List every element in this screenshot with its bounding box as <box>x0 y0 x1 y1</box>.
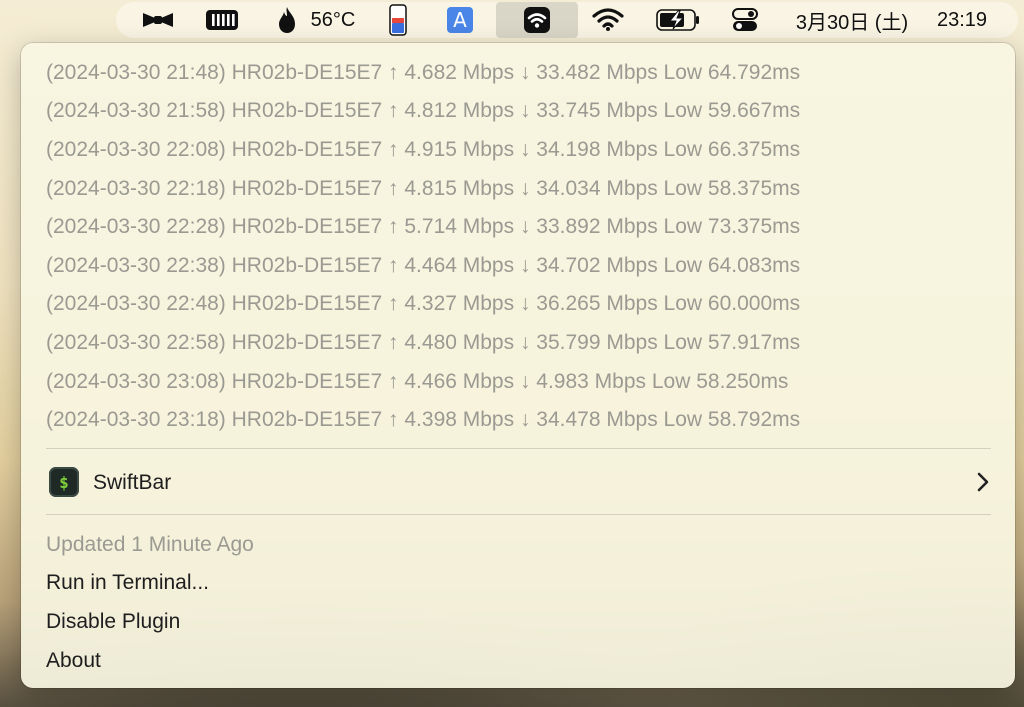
disable-plugin-item[interactable]: Disable Plugin <box>46 607 180 637</box>
swiftbar-app-icon-glyph: $ <box>59 472 69 492</box>
menu-separator <box>46 448 991 449</box>
chevron-right-icon <box>977 472 989 492</box>
updated-status-label: Updated 1 Minute Ago <box>46 533 254 556</box>
control-center-icon[interactable] <box>730 2 760 38</box>
menu-bar: 56°C A 3月30日 (土) 23:19 <box>116 2 1018 38</box>
speed-log-line: (2024-03-30 22:48) HR02b-DE15E7 ↑ 4.327 … <box>46 292 801 315</box>
speed-log-line: (2024-03-30 23:08) HR02b-DE15E7 ↑ 4.466 … <box>46 370 789 393</box>
ram-meter-icon[interactable] <box>202 2 242 38</box>
battery-gauge-icon[interactable] <box>386 2 410 38</box>
swiftbar-dropdown-menu: (2024-03-30 21:48) HR02b-DE15E7 ↑ 4.682 … <box>21 43 1015 688</box>
speed-log-line: (2024-03-30 21:48) HR02b-DE15E7 ↑ 4.682 … <box>46 61 801 84</box>
battery-icon[interactable] <box>654 2 702 38</box>
swiftbar-label: SwiftBar <box>93 471 172 494</box>
menu-bar-clock[interactable]: 23:19 <box>926 2 998 38</box>
about-item[interactable]: About <box>46 646 101 676</box>
input-source-icon[interactable]: A <box>445 2 475 38</box>
run-in-terminal-item[interactable]: Run in Terminal... <box>46 568 209 598</box>
menu-separator <box>46 514 991 515</box>
speed-log-line: (2024-03-30 22:28) HR02b-DE15E7 ↑ 5.714 … <box>46 215 801 238</box>
speed-log-line: (2024-03-30 22:18) HR02b-DE15E7 ↑ 4.815 … <box>46 177 801 200</box>
date-text: 3月30日 (土) <box>795 11 909 34</box>
input-source-label: A <box>447 7 473 33</box>
swiftbar-wifi-icon[interactable] <box>496 2 578 38</box>
flame-icon[interactable] <box>274 2 300 38</box>
swiftbar-app-icon: $ <box>49 467 79 497</box>
bartender-icon[interactable] <box>136 2 180 38</box>
speed-log-line: (2024-03-30 22:38) HR02b-DE15E7 ↑ 4.464 … <box>46 254 801 277</box>
temperature-value: 56°C <box>310 8 356 31</box>
time-text: 23:19 <box>936 8 988 31</box>
speed-log-line: (2024-03-30 23:18) HR02b-DE15E7 ↑ 4.398 … <box>46 408 801 431</box>
wifi-icon[interactable] <box>590 2 626 38</box>
speed-log-line: (2024-03-30 21:58) HR02b-DE15E7 ↑ 4.812 … <box>46 99 801 122</box>
cpu-temperature[interactable]: 56°C <box>306 2 360 38</box>
speed-log-line: (2024-03-30 22:08) HR02b-DE15E7 ↑ 4.915 … <box>46 138 801 161</box>
swiftbar-submenu-item[interactable]: $ SwiftBar <box>21 464 1015 504</box>
speed-log-line: (2024-03-30 22:58) HR02b-DE15E7 ↑ 4.480 … <box>46 331 801 354</box>
menu-bar-date[interactable]: 3月30日 (土) <box>788 2 916 38</box>
